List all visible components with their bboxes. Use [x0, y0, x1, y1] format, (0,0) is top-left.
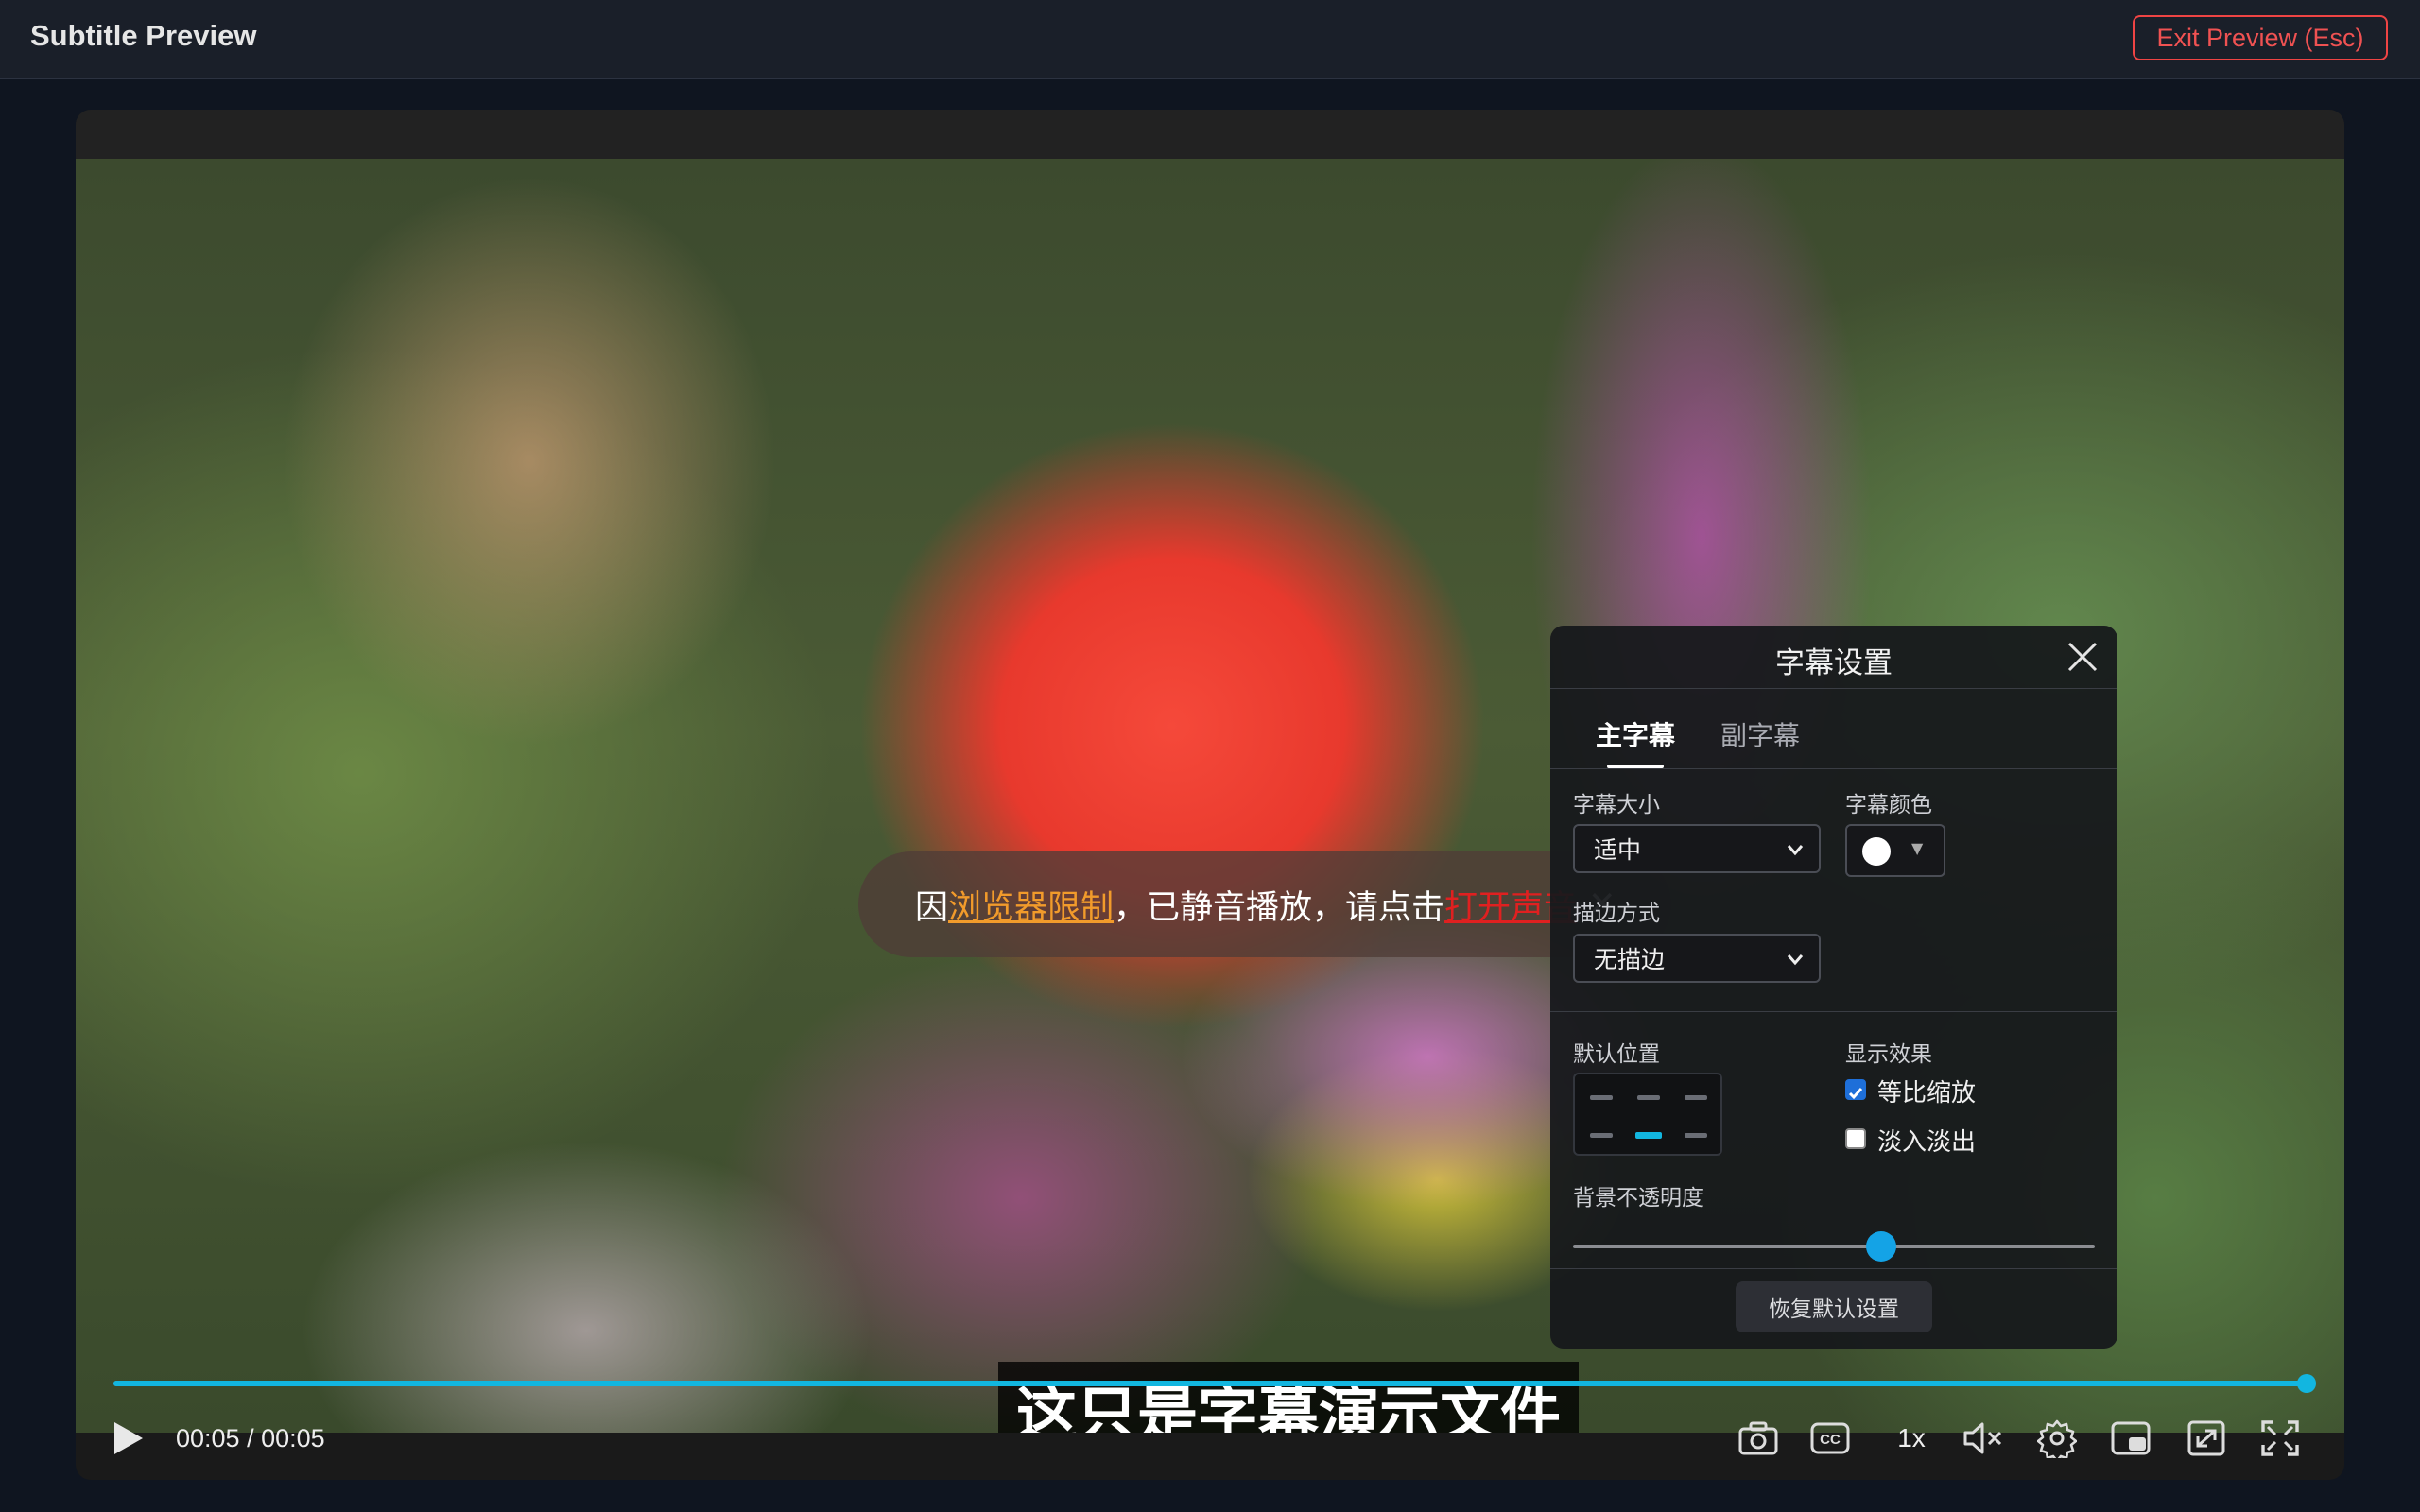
effect-label: 显示效果	[1845, 1042, 1932, 1067]
position-label: 默认位置	[1573, 1042, 1660, 1067]
size-select[interactable]: 适中	[1573, 824, 1821, 873]
size-select-value: 适中	[1594, 836, 1642, 864]
time-display: 00:05 / 00:05	[176, 1424, 325, 1452]
subtitles-button[interactable]: CC	[1804, 1399, 1857, 1478]
progress-fill	[113, 1381, 2307, 1386]
web-fullscreen-button[interactable]	[2180, 1399, 2233, 1478]
subtitle-tabs: 主字幕 副字幕	[1550, 689, 2118, 769]
scale-checkbox[interactable]	[1845, 1079, 1866, 1100]
scale-checkbox-label: 等比缩放	[1877, 1079, 1977, 1108]
fade-checkbox-label: 淡入淡出	[1877, 1128, 1977, 1157]
chevron-down-icon	[1787, 954, 1804, 966]
pip-icon	[2111, 1421, 2151, 1455]
footer-divider	[1550, 1268, 2118, 1269]
position-top-right[interactable]	[1685, 1095, 1707, 1100]
play-icon	[114, 1422, 143, 1454]
control-bar: 00:05 / 00:05 CC 1x	[76, 1399, 2344, 1478]
tab-secondary-subtitle[interactable]: 副字幕	[1720, 715, 1800, 753]
opacity-slider[interactable]	[1573, 1231, 2095, 1262]
color-picker[interactable]: ▼	[1845, 824, 1945, 877]
fade-checkbox[interactable]	[1845, 1128, 1866, 1149]
position-middle-center[interactable]	[1635, 1132, 1662, 1139]
screenshot-button[interactable]	[1732, 1399, 1785, 1478]
cc-icon: CC	[1810, 1422, 1850, 1454]
muted-autoplay-notice: 因 浏览器限制 ，已静音播放，请点击 打开声音 ✕	[858, 851, 1671, 957]
section-divider	[1550, 1011, 2118, 1012]
fullscreen-icon	[2261, 1420, 2299, 1456]
camera-icon	[1738, 1421, 1778, 1455]
play-button[interactable]	[102, 1399, 155, 1478]
player-top-strip	[76, 110, 2344, 159]
top-bar: Subtitle Preview Exit Preview (Esc)	[0, 0, 2420, 79]
position-middle-right[interactable]	[1685, 1133, 1707, 1138]
color-swatch	[1862, 837, 1891, 866]
color-label: 字幕颜色	[1845, 793, 1932, 817]
outline-select-value: 无描边	[1594, 946, 1666, 973]
caret-down-icon: ▼	[1911, 839, 1924, 857]
svg-text:CC: CC	[1820, 1432, 1841, 1448]
chevron-down-icon	[1787, 845, 1804, 856]
subtitle-settings-panel: 字幕设置 主字幕 副字幕 字幕大小 适中 字幕颜色 ▼ 描边方式 无描边 默认位…	[1550, 626, 2118, 1349]
close-icon	[2067, 642, 2098, 672]
position-top-left[interactable]	[1590, 1095, 1613, 1100]
picture-in-picture-button[interactable]	[2104, 1399, 2157, 1478]
speed-button[interactable]: 1x	[1883, 1399, 1940, 1478]
check-icon	[1848, 1088, 1863, 1100]
position-grid	[1573, 1073, 1722, 1156]
position-top-center[interactable]	[1637, 1095, 1660, 1100]
volume-button[interactable]	[1957, 1399, 2010, 1478]
browser-restriction-link[interactable]: 浏览器限制	[948, 881, 1114, 929]
panel-close-button[interactable]	[2065, 639, 2100, 675]
outline-label: 描边方式	[1573, 902, 1660, 926]
gear-icon	[2037, 1419, 2077, 1458]
active-tab-indicator	[1607, 765, 1664, 768]
reset-defaults-button[interactable]: 恢复默认设置	[1736, 1281, 1932, 1332]
app-title: Subtitle Preview	[30, 19, 257, 52]
panel-title: 字幕设置	[1775, 646, 1893, 680]
fullscreen-button[interactable]	[2254, 1399, 2307, 1478]
progress-thumb[interactable]	[2297, 1374, 2316, 1393]
size-label: 字幕大小	[1573, 793, 1660, 817]
muted-speaker-icon	[1963, 1422, 2002, 1454]
progress-bar[interactable]	[113, 1374, 2316, 1393]
panel-header: 字幕设置	[1550, 626, 2118, 689]
notice-prefix: 因	[915, 888, 949, 927]
settings-button[interactable]	[2031, 1399, 2083, 1478]
opacity-label: 背景不透明度	[1573, 1186, 1703, 1211]
tab-main-subtitle[interactable]: 主字幕	[1596, 715, 1675, 753]
opacity-slider-thumb[interactable]	[1865, 1231, 1896, 1262]
notice-middle-text: ，已静音播放，请点击	[1114, 888, 1445, 927]
expand-window-icon	[2187, 1420, 2225, 1456]
outline-select[interactable]: 无描边	[1573, 934, 1821, 983]
position-middle-left[interactable]	[1590, 1133, 1613, 1138]
exit-preview-button[interactable]: Exit Preview (Esc)	[2133, 15, 2388, 60]
